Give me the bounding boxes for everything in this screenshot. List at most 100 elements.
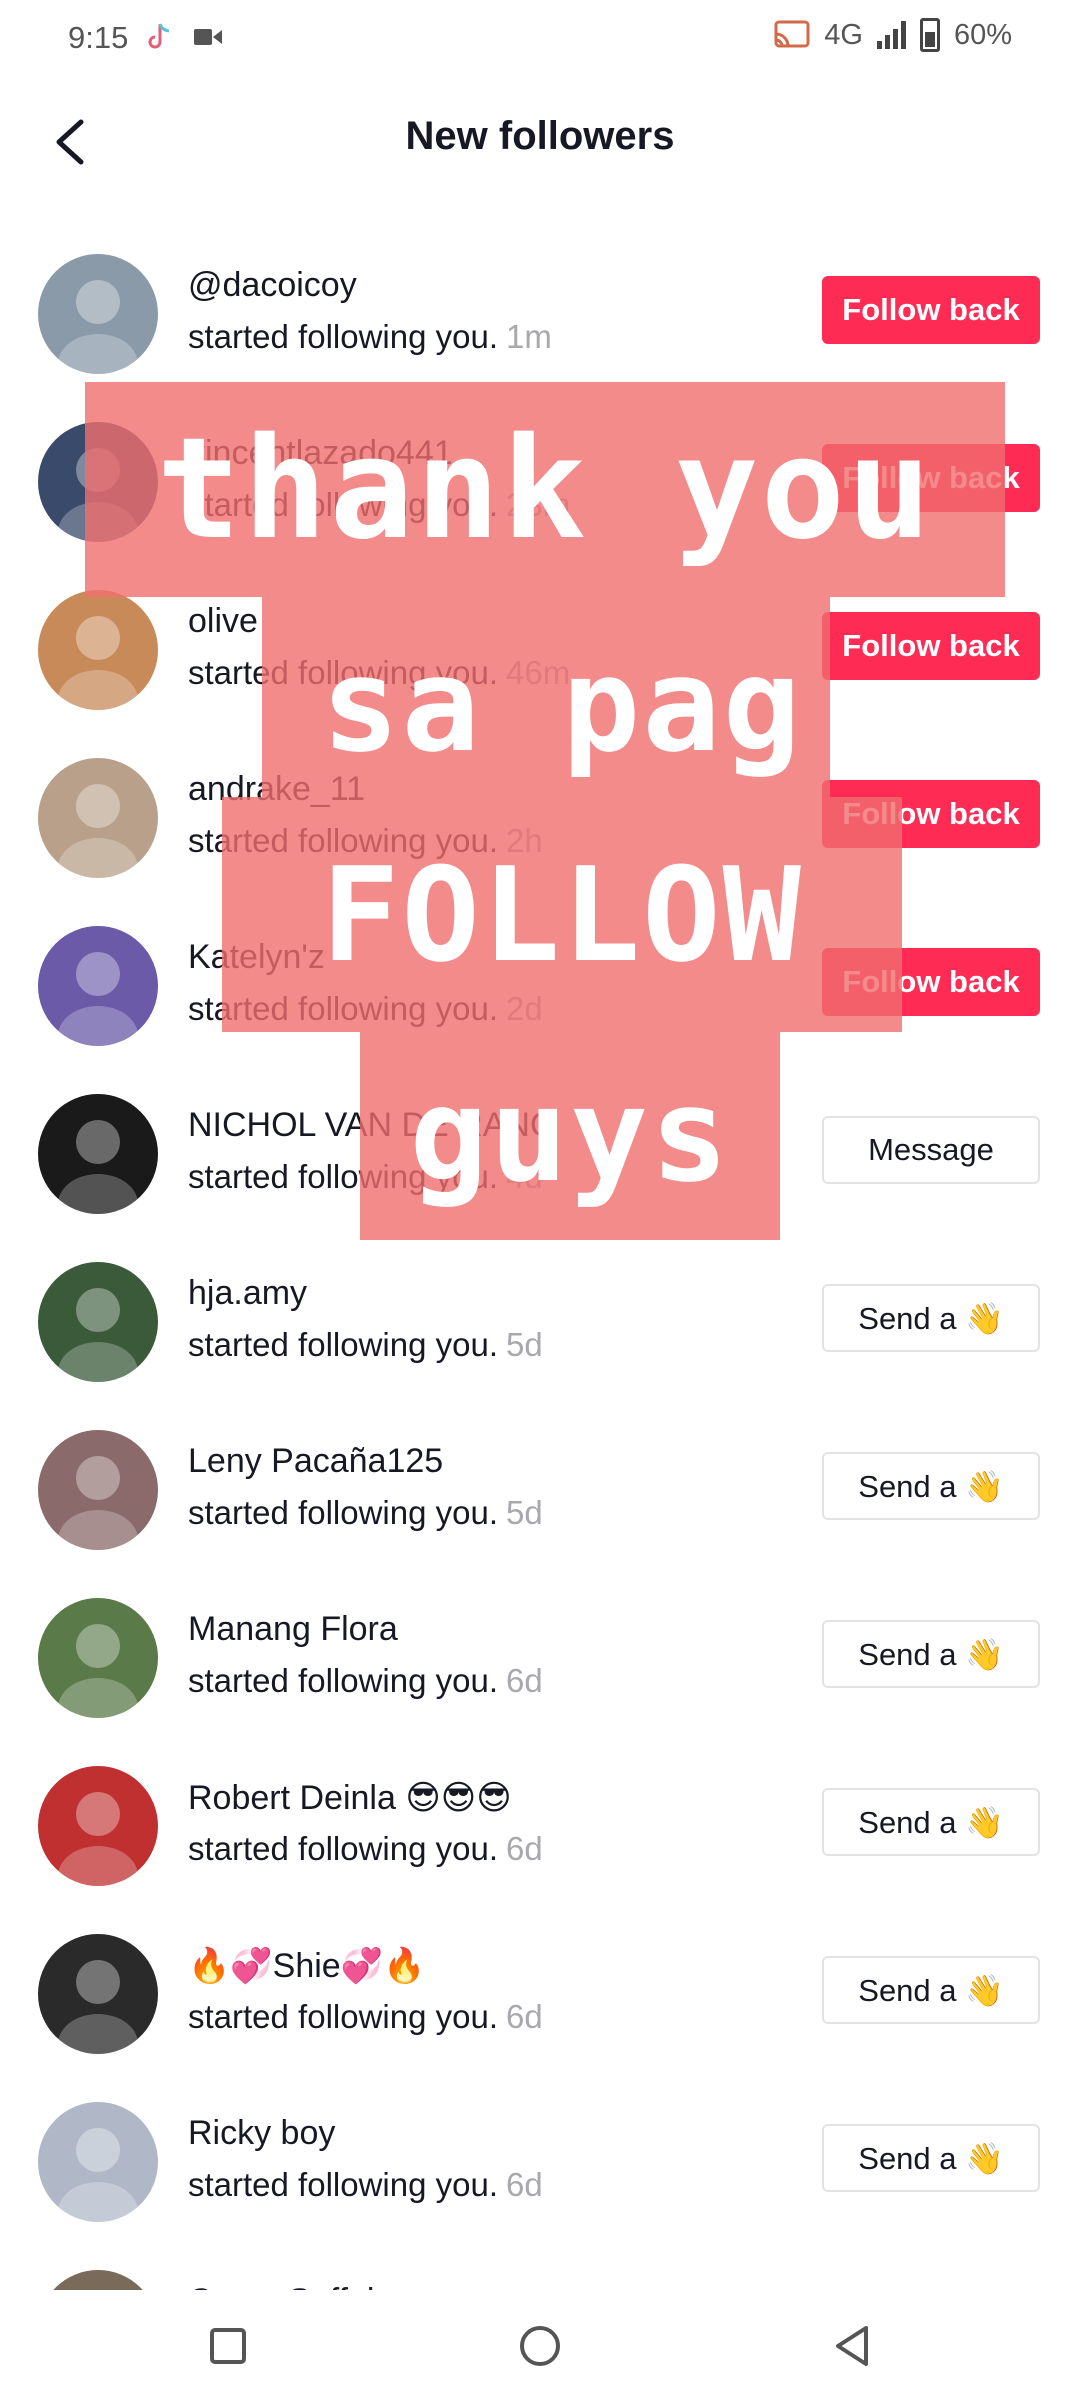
avatar[interactable] — [38, 1430, 158, 1550]
status-time: 9:15 — [68, 20, 129, 55]
follow-time: 5d — [506, 1494, 543, 1531]
follow-back-button[interactable]: Follow back — [822, 276, 1040, 344]
send-wave-button[interactable]: Send a 👋 — [822, 1956, 1040, 2024]
follower-username[interactable]: Leny Pacaña125 — [188, 1442, 443, 1481]
avatar[interactable] — [38, 2102, 158, 2222]
circle-icon — [520, 2326, 560, 2366]
follower-row[interactable]: @dacoicoy started following you. 1m Follow … — [0, 230, 1080, 398]
signal-icon — [876, 21, 906, 49]
avatar-image — [38, 1094, 158, 1214]
battery-percent: 60% — [953, 18, 1012, 51]
avatar[interactable] — [38, 2270, 158, 2290]
follower-username[interactable]: Manang Flora — [188, 1610, 398, 1649]
avatar[interactable] — [38, 1094, 158, 1214]
square-icon — [210, 2328, 246, 2364]
avatar[interactable] — [38, 1766, 158, 1886]
avatar[interactable] — [38, 926, 158, 1046]
follow-back-button[interactable]: Follow back — [822, 612, 1040, 680]
follow-time: 4d — [506, 1158, 543, 1195]
follow-time: 1m — [506, 318, 552, 355]
follower-username[interactable]: olive — [188, 602, 258, 641]
avatar-image — [38, 1430, 158, 1550]
avatar-image — [38, 1598, 158, 1718]
page-title: New followers — [405, 114, 675, 158]
avatar[interactable] — [38, 1262, 158, 1382]
followers-list[interactable]: @dacoicoy started following you. 1m Follow … — [0, 230, 1080, 2290]
avatar-image — [38, 422, 158, 542]
avatar[interactable] — [38, 758, 158, 878]
follower-row[interactable]: Manang Flora started following you. 6d Send… — [0, 1574, 1080, 1742]
battery-icon — [919, 18, 940, 52]
follow-time: 6d — [506, 1998, 543, 2035]
avatar-image — [38, 1766, 158, 1886]
follower-username[interactable]: 🔥💞Shie💞🔥 — [188, 1946, 425, 1986]
follower-subtitle: started following you. 46m — [188, 654, 570, 692]
home-button[interactable] — [510, 2316, 570, 2376]
back-nav-button[interactable] — [822, 2316, 882, 2376]
avatar-image — [38, 590, 158, 710]
follower-subtitle: started following you. 23m — [188, 486, 570, 524]
header: New followers — [0, 90, 1080, 200]
follower-row[interactable]: olive started following you. 46m Follow bac… — [0, 566, 1080, 734]
follower-row[interactable]: Robert Deinla 😎😎😎 started following you. 6… — [0, 1742, 1080, 1910]
avatar-image — [38, 758, 158, 878]
follower-subtitle: started following you. 5d — [188, 1326, 543, 1364]
follower-username[interactable]: Cesar Saffaloza — [188, 2282, 429, 2290]
follower-username[interactable]: Robert Deinla 😎😎😎 — [188, 1778, 512, 1818]
avatar[interactable] — [38, 1598, 158, 1718]
follower-username[interactable]: NICHOL VAN DE RANO — [188, 1106, 556, 1145]
follower-subtitle: started following you. 5d — [188, 1494, 543, 1532]
follower-row[interactable]: andrake_11started following you. 2h Follow… — [0, 734, 1080, 902]
follow-action-text: started following you. — [188, 1494, 499, 1531]
status-right: 4G 60% — [774, 18, 1012, 52]
follower-subtitle: started following you. 6d — [188, 1998, 543, 2036]
follower-subtitle: started following you. 1m — [188, 318, 552, 356]
follow-time: 6d — [506, 2166, 543, 2203]
avatar[interactable] — [38, 1934, 158, 2054]
recents-button[interactable] — [198, 2316, 258, 2376]
follow-back-button[interactable]: Follow back — [822, 444, 1040, 512]
follower-row[interactable]: vincentlazado441 started following you. 23… — [0, 398, 1080, 566]
follow-action-text: started following you. — [188, 1326, 499, 1363]
follower-username[interactable]: Ricky boy — [188, 2114, 335, 2153]
follower-row[interactable]: Leny Pacaña125 started following you. 5d Se… — [0, 1406, 1080, 1574]
follower-username[interactable]: @dacoicoy — [188, 266, 357, 305]
cast-icon — [774, 20, 810, 48]
follower-row[interactable]: Ricky boy started following you. 6d Send a … — [0, 2078, 1080, 2246]
follow-action-text: started following you. — [188, 1830, 499, 1867]
status-bar: 9:15 4G 60% — [0, 0, 1080, 80]
follower-row[interactable]: 🔥💞Shie💞🔥 started following you. 6d Send a 👋 — [0, 1910, 1080, 2078]
follower-subtitle: started following you. 2h — [188, 822, 543, 860]
send-wave-button[interactable]: Send a 👋 — [822, 1284, 1040, 1352]
follow-action-text: started following you. — [188, 1998, 499, 2035]
avatar[interactable] — [38, 254, 158, 374]
follow-back-button[interactable]: Follow back — [822, 948, 1040, 1016]
follower-username[interactable]: vincentlazado441 — [188, 434, 453, 473]
send-wave-button[interactable]: Send a 👋 — [822, 1620, 1040, 1688]
follower-row[interactable]: Katelyn'z started following you. 2d Follow … — [0, 902, 1080, 1070]
follow-action-text: started following you. — [188, 2166, 499, 2203]
follower-row[interactable]: hja.amy started following you. 5d Send a 👋 — [0, 1238, 1080, 1406]
system-nav-bar — [0, 2290, 1080, 2400]
follower-username[interactable]: Katelyn'z — [188, 938, 325, 977]
follow-time: 5d — [506, 1326, 543, 1363]
follow-action-text: started following you. — [188, 654, 499, 691]
send-wave-button[interactable]: Send a 👋 — [822, 2124, 1040, 2192]
avatar[interactable] — [38, 590, 158, 710]
follower-row[interactable]: Cesar Saffalozastarted following you.6dS… — [0, 2246, 1080, 2290]
triangle-back-icon — [836, 2326, 868, 2366]
follow-back-button[interactable]: Follow back — [822, 780, 1040, 848]
avatar[interactable] — [38, 422, 158, 542]
follow-time: 2h — [506, 822, 543, 859]
notification-icons — [146, 22, 222, 52]
follower-row[interactable]: NICHOL VAN DE RANO started following you.… — [0, 1070, 1080, 1238]
follower-username[interactable]: andrake_11 — [188, 770, 365, 809]
follow-action-text: started following you. — [188, 1662, 499, 1699]
follow-action-text: started following you. — [188, 990, 499, 1027]
message-button[interactable]: Message — [822, 1116, 1040, 1184]
avatar-image — [38, 926, 158, 1046]
follower-username[interactable]: hja.amy — [188, 1274, 307, 1313]
send-wave-button[interactable]: Send a 👋 — [822, 1788, 1040, 1856]
send-wave-button[interactable]: Send a 👋 — [822, 1452, 1040, 1520]
follow-time: 23m — [506, 486, 571, 523]
